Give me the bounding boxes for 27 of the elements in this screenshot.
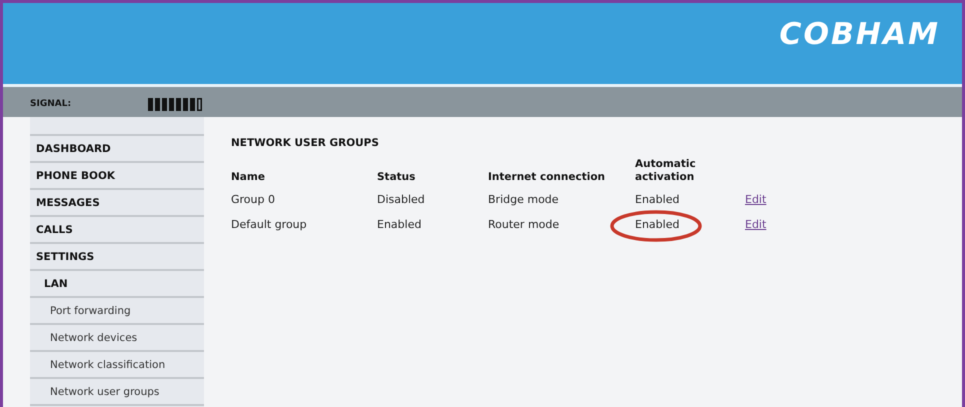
edit-link[interactable]: Edit <box>745 193 766 206</box>
sidebar-item[interactable]: MESSAGES <box>30 190 204 217</box>
table-cell: Router mode <box>488 218 560 231</box>
logo: COBHAM <box>779 17 940 52</box>
edit-link[interactable]: Edit <box>745 218 766 231</box>
table-cell: Disabled <box>377 193 425 206</box>
table-cell: Bridge mode <box>488 193 559 206</box>
table-cell: Default group <box>231 218 307 231</box>
page-title: NETWORK USER GROUPS <box>231 137 380 149</box>
sidebar-item[interactable]: DASHBOARD <box>30 136 204 163</box>
sidebar-item[interactable]: CALLS <box>30 217 204 244</box>
sidebar-item[interactable]: SETTINGS <box>30 244 204 271</box>
signal-label: SIGNAL: <box>30 99 72 109</box>
sidebar-item[interactable]: Port forwarding <box>30 298 204 325</box>
table-cell: Enabled <box>377 218 422 231</box>
column-header: Internet connection <box>488 171 606 185</box>
column-header: Automatic activation <box>635 158 697 185</box>
sidebar-item[interactable]: Network devices <box>30 325 204 352</box>
table-cell: Enabled <box>635 193 680 206</box>
column-header: Name <box>231 171 266 185</box>
sidebar-item[interactable]: LAN <box>30 271 204 298</box>
table-cell: Group 0 <box>231 193 275 206</box>
table-cell: Enabled <box>635 218 680 231</box>
sidebar-item[interactable]: PHONE BOOK <box>30 163 204 190</box>
column-header: Status <box>377 171 416 185</box>
sidebar-item[interactable]: Network classification <box>30 352 204 379</box>
sidebar-item[interactable]: Network user groups <box>30 379 204 406</box>
